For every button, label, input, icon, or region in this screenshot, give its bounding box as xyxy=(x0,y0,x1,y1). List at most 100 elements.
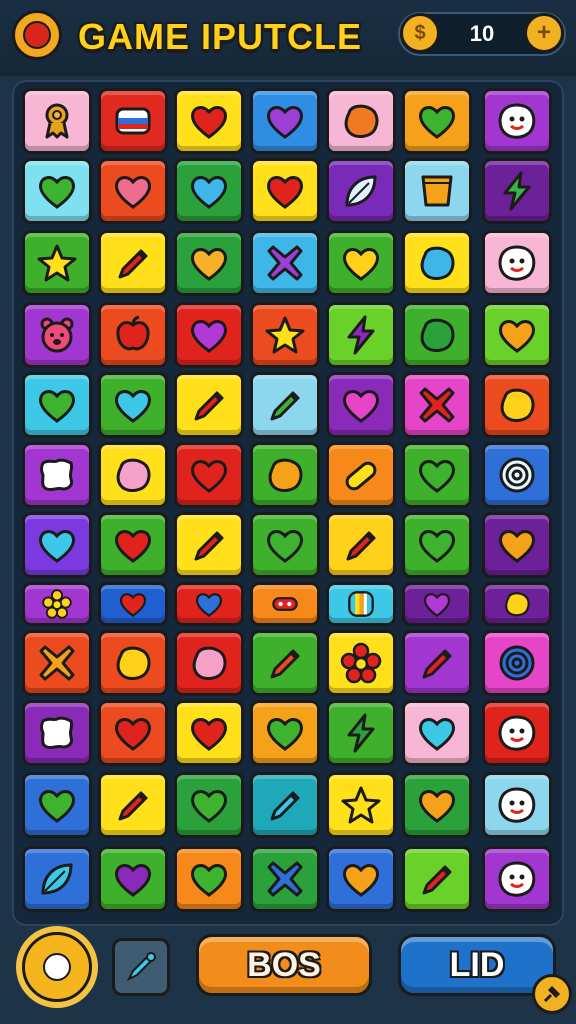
tile-r3-c4[interactable] xyxy=(250,230,320,296)
heart-icon xyxy=(343,864,379,897)
tile-r1-c3[interactable] xyxy=(174,88,244,154)
tile-r9-c2[interactable] xyxy=(98,630,168,696)
tile-r4-c5[interactable] xyxy=(326,302,396,368)
heart-icon xyxy=(499,320,535,353)
tile-r9-c7[interactable] xyxy=(482,630,552,696)
tile-r1-c2[interactable] xyxy=(98,88,168,154)
tile-r5-c4[interactable] xyxy=(250,372,320,438)
tile-r3-c6[interactable] xyxy=(402,230,472,296)
tile-r5-c7[interactable] xyxy=(482,372,552,438)
tile-r3-c1[interactable] xyxy=(22,230,92,296)
tile-r10-c4[interactable] xyxy=(250,700,320,766)
tile-r4-c2[interactable] xyxy=(98,302,168,368)
tile-r5-c3[interactable] xyxy=(174,372,244,438)
tile-r10-c2[interactable] xyxy=(98,700,168,766)
tile-r7-c3[interactable] xyxy=(174,512,244,578)
tile-r11-c2[interactable] xyxy=(98,772,168,838)
tile-r12-c5[interactable] xyxy=(326,846,396,912)
pencil-icon xyxy=(346,531,376,561)
tile-r9-c3[interactable] xyxy=(174,630,244,696)
tile-r12-c3[interactable] xyxy=(174,846,244,912)
tile-r12-c7[interactable] xyxy=(482,846,552,912)
pencil-icon xyxy=(194,391,224,421)
tile-r1-c5[interactable] xyxy=(326,88,396,154)
tile-r4-c1[interactable] xyxy=(22,302,92,368)
tile-r7-c2[interactable] xyxy=(98,512,168,578)
tile-r5-c6[interactable] xyxy=(402,372,472,438)
tile-r7-c5[interactable] xyxy=(326,512,396,578)
tile-r5-c2[interactable] xyxy=(98,372,168,438)
tile-r9-c5[interactable] xyxy=(326,630,396,696)
tile-r11-c5[interactable] xyxy=(326,772,396,838)
tile-r11-c1[interactable] xyxy=(22,772,92,838)
tile-r8-c3[interactable] xyxy=(174,582,244,626)
tile-r11-c7[interactable] xyxy=(482,772,552,838)
tile-r10-c1[interactable] xyxy=(22,700,92,766)
tile-r12-c4[interactable] xyxy=(250,846,320,912)
tile-r7-c6[interactable] xyxy=(402,512,472,578)
tile-r7-c1[interactable] xyxy=(22,512,92,578)
tile-r9-c4[interactable] xyxy=(250,630,320,696)
heart-icon xyxy=(423,593,451,617)
tile-r1-c1[interactable] xyxy=(22,88,92,154)
bolt-icon xyxy=(347,315,375,355)
tile-r4-c7[interactable] xyxy=(482,302,552,368)
tile-r2-c3[interactable] xyxy=(174,158,244,224)
tile-r11-c4[interactable] xyxy=(250,772,320,838)
cross-icon xyxy=(39,645,75,681)
tile-r3-c2[interactable] xyxy=(98,230,168,296)
badge-icon[interactable] xyxy=(12,10,62,60)
pencil-icon xyxy=(270,791,300,821)
tile-r7-c7[interactable] xyxy=(482,512,552,578)
tile-r8-c4[interactable] xyxy=(250,582,320,626)
add-coins-button[interactable]: + xyxy=(524,13,564,53)
tile-r5-c5[interactable] xyxy=(326,372,396,438)
tile-r11-c3[interactable] xyxy=(174,772,244,838)
tile-r6-c7[interactable] xyxy=(482,442,552,508)
tile-r6-c3[interactable] xyxy=(174,442,244,508)
tile-r3-c7[interactable] xyxy=(482,230,552,296)
sun-badge-icon[interactable] xyxy=(22,932,92,1002)
tile-r10-c6[interactable] xyxy=(402,700,472,766)
tile-r10-c3[interactable] xyxy=(174,700,244,766)
tile-r7-c4[interactable] xyxy=(250,512,320,578)
tile-r4-c3[interactable] xyxy=(174,302,244,368)
tile-r4-c6[interactable] xyxy=(402,302,472,368)
tile-r2-c1[interactable] xyxy=(22,158,92,224)
tile-r8-c2[interactable] xyxy=(98,582,168,626)
tile-r10-c5[interactable] xyxy=(326,700,396,766)
tile-r6-c4[interactable] xyxy=(250,442,320,508)
tile-r2-c5[interactable] xyxy=(326,158,396,224)
tile-r12-c6[interactable] xyxy=(402,846,472,912)
tile-r1-c4[interactable] xyxy=(250,88,320,154)
tile-r11-c6[interactable] xyxy=(402,772,472,838)
tile-r4-c4[interactable] xyxy=(250,302,320,368)
pencil-tool-button[interactable] xyxy=(112,938,170,996)
tile-r8-c6[interactable] xyxy=(402,582,472,626)
tile-r1-c7[interactable] xyxy=(482,88,552,154)
tile-r1-c6[interactable] xyxy=(402,88,472,154)
tile-r8-c5[interactable] xyxy=(326,582,396,626)
tile-r9-c6[interactable] xyxy=(402,630,472,696)
tile-r9-c1[interactable] xyxy=(22,630,92,696)
tile-r12-c1[interactable] xyxy=(22,846,92,912)
tile-r2-c4[interactable] xyxy=(250,158,320,224)
pin-icon[interactable] xyxy=(532,974,572,1014)
tile-r8-c1[interactable] xyxy=(22,582,92,626)
tile-r6-c6[interactable] xyxy=(402,442,472,508)
tile-r2-c2[interactable] xyxy=(98,158,168,224)
tile-r6-c2[interactable] xyxy=(98,442,168,508)
tile-r6-c1[interactable] xyxy=(22,442,92,508)
heart-icon xyxy=(499,530,535,563)
tile-r3-c5[interactable] xyxy=(326,230,396,296)
tile-r5-c1[interactable] xyxy=(22,372,92,438)
tile-r6-c5[interactable] xyxy=(326,442,396,508)
heart-icon xyxy=(115,718,151,751)
tile-r2-c6[interactable] xyxy=(402,158,472,224)
tile-r3-c3[interactable] xyxy=(174,230,244,296)
tile-r2-c7[interactable] xyxy=(482,158,552,224)
tile-r8-c7[interactable] xyxy=(482,582,552,626)
bos-button[interactable]: BOS xyxy=(196,934,372,996)
tile-r12-c2[interactable] xyxy=(98,846,168,912)
tile-r10-c7[interactable] xyxy=(482,700,552,766)
